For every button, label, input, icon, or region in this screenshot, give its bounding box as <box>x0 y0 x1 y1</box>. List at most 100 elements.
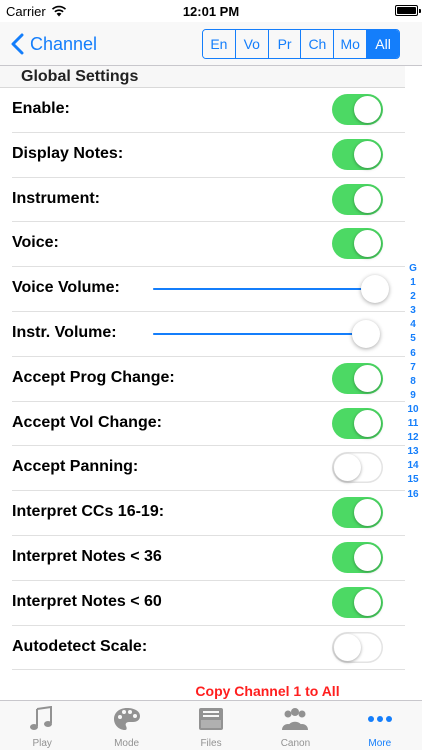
voice-volume-slider[interactable] <box>153 275 389 304</box>
toggle-knob <box>354 230 381 258</box>
tab-bar: Play Mode Files Canon More <box>0 700 422 750</box>
setting-row-accept-panning: Accept Panning: <box>12 446 405 492</box>
setting-row-autodetect-scale: Autodetect Scale: <box>12 626 405 671</box>
segment-pr[interactable]: Pr <box>267 30 301 58</box>
toggle-knob <box>354 140 381 168</box>
slider-thumb[interactable] <box>352 319 381 348</box>
index-item-g[interactable]: G <box>404 262 422 276</box>
setting-row-enable: Enable: <box>12 88 405 133</box>
instrument-toggle[interactable] <box>332 183 383 215</box>
slider-fill <box>153 288 375 291</box>
segment-vo[interactable]: Vo <box>234 30 268 58</box>
index-item-15[interactable]: 15 <box>404 473 422 487</box>
channel-filter-segmented-control: En Vo Pr Ch Mo All <box>202 29 400 59</box>
setting-label: Interpret Notes < 36 <box>12 547 162 565</box>
tab-canon[interactable]: Canon <box>253 701 337 750</box>
toggle-knob <box>354 364 381 392</box>
setting-label: Accept Panning: <box>12 458 139 476</box>
segment-all[interactable]: All <box>366 30 399 58</box>
setting-row-display-notes: Display Notes: <box>12 133 405 178</box>
instr-volume-slider[interactable] <box>153 319 381 348</box>
toggle-knob <box>354 588 381 616</box>
setting-label: Autodetect Scale: <box>12 637 148 655</box>
toggle-knob <box>354 499 381 527</box>
tab-more[interactable]: More <box>338 701 422 750</box>
setting-label: Accept Prog Change: <box>12 368 175 386</box>
interpret-ccs-16-19-toggle[interactable] <box>332 497 383 529</box>
back-button-label: Channel <box>30 33 98 54</box>
display-notes-toggle[interactable] <box>332 138 383 170</box>
toggle-knob <box>334 454 361 482</box>
setting-label: Instr. Volume: <box>12 323 117 341</box>
copy-channel-button[interactable]: Copy Channel 1 to All <box>0 683 405 699</box>
tab-label: Mode <box>114 738 140 749</box>
setting-label: Instrument: <box>12 189 100 207</box>
setting-row-interpret-notes-36: Interpret Notes < 36 <box>12 536 405 581</box>
channel-index-bar: G 1 2 3 4 5 6 7 8 9 10 11 12 13 14 15 16 <box>404 262 422 502</box>
tab-label: Canon <box>280 738 311 749</box>
chevron-left-icon <box>11 33 24 55</box>
setting-label: Voice: <box>12 234 59 252</box>
slider-thumb[interactable] <box>361 275 389 304</box>
tab-mode[interactable]: Mode <box>84 701 168 750</box>
setting-label: Enable: <box>12 100 70 117</box>
toggle-knob <box>354 185 381 213</box>
index-item-16[interactable]: 16 <box>404 488 422 502</box>
setting-row-voice: Voice: <box>12 222 405 268</box>
index-item-10[interactable]: 10 <box>404 403 422 417</box>
index-item-11[interactable]: 11 <box>404 417 422 431</box>
setting-row-instr-volume: Instr. Volume: <box>12 312 405 357</box>
setting-label: Interpret Notes < 60 <box>12 592 162 610</box>
setting-row-accept-prog-change: Accept Prog Change: <box>12 357 405 402</box>
tab-files[interactable]: Files <box>169 701 253 750</box>
index-item-12[interactable]: 12 <box>404 431 422 445</box>
index-item-7[interactable]: 7 <box>404 361 422 375</box>
segment-ch[interactable]: Ch <box>300 30 334 58</box>
index-item-1[interactable]: 1 <box>404 276 422 290</box>
index-item-13[interactable]: 13 <box>404 445 422 459</box>
setting-label: Voice Volume: <box>12 279 120 297</box>
toggle-knob <box>354 409 381 437</box>
interpret-notes-60-toggle[interactable] <box>332 586 383 618</box>
section-header: Global Settings <box>0 66 405 88</box>
toggle-knob <box>354 96 381 123</box>
accept-prog-change-toggle[interactable] <box>332 362 383 394</box>
setting-row-instrument: Instrument: <box>12 178 405 223</box>
index-item-2[interactable]: 2 <box>404 290 422 304</box>
setting-label: Display Notes: <box>12 144 124 162</box>
segment-en[interactable]: En <box>203 30 235 58</box>
index-item-5[interactable]: 5 <box>404 332 422 346</box>
interpret-notes-36-toggle[interactable] <box>332 541 383 573</box>
clock: 12:01 PM <box>182 4 240 19</box>
setting-label: Accept Vol Change: <box>12 413 162 431</box>
enable-toggle[interactable] <box>332 94 383 125</box>
index-item-6[interactable]: 6 <box>404 347 422 361</box>
slider-fill <box>153 332 367 335</box>
music-note-icon <box>27 705 57 732</box>
settings-list: Enable: Display Notes: Instrument: Voice: Vo… <box>0 88 405 671</box>
tab-play[interactable]: Play <box>0 701 84 750</box>
toggle-knob <box>334 633 361 661</box>
tab-label: More <box>368 738 392 749</box>
autodetect-scale-toggle[interactable] <box>332 631 383 663</box>
segment-mo[interactable]: Mo <box>333 30 367 58</box>
accept-panning-toggle[interactable] <box>332 452 383 484</box>
setting-label: Interpret CCs 16-19: <box>12 503 165 521</box>
palette-icon <box>112 706 142 732</box>
index-item-4[interactable]: 4 <box>404 318 422 332</box>
index-item-14[interactable]: 14 <box>404 459 422 473</box>
battery-icon <box>395 5 421 16</box>
status-bar: Carrier 12:01 PM <box>0 0 422 22</box>
index-item-9[interactable]: 9 <box>404 389 422 403</box>
section-title: Global Settings <box>21 68 139 85</box>
voice-toggle[interactable] <box>332 228 383 260</box>
index-item-3[interactable]: 3 <box>404 304 422 318</box>
setting-row-voice-volume: Voice Volume: <box>12 267 405 312</box>
accept-vol-change-toggle[interactable] <box>332 407 383 439</box>
nav-bar: Channel En Vo Pr Ch Mo All <box>0 22 422 66</box>
toggle-knob <box>354 543 381 571</box>
setting-row-interpret-notes-60: Interpret Notes < 60 <box>12 581 405 626</box>
tab-label: Files <box>200 738 222 749</box>
back-button[interactable]: Channel <box>10 30 97 58</box>
index-item-8[interactable]: 8 <box>404 375 422 389</box>
